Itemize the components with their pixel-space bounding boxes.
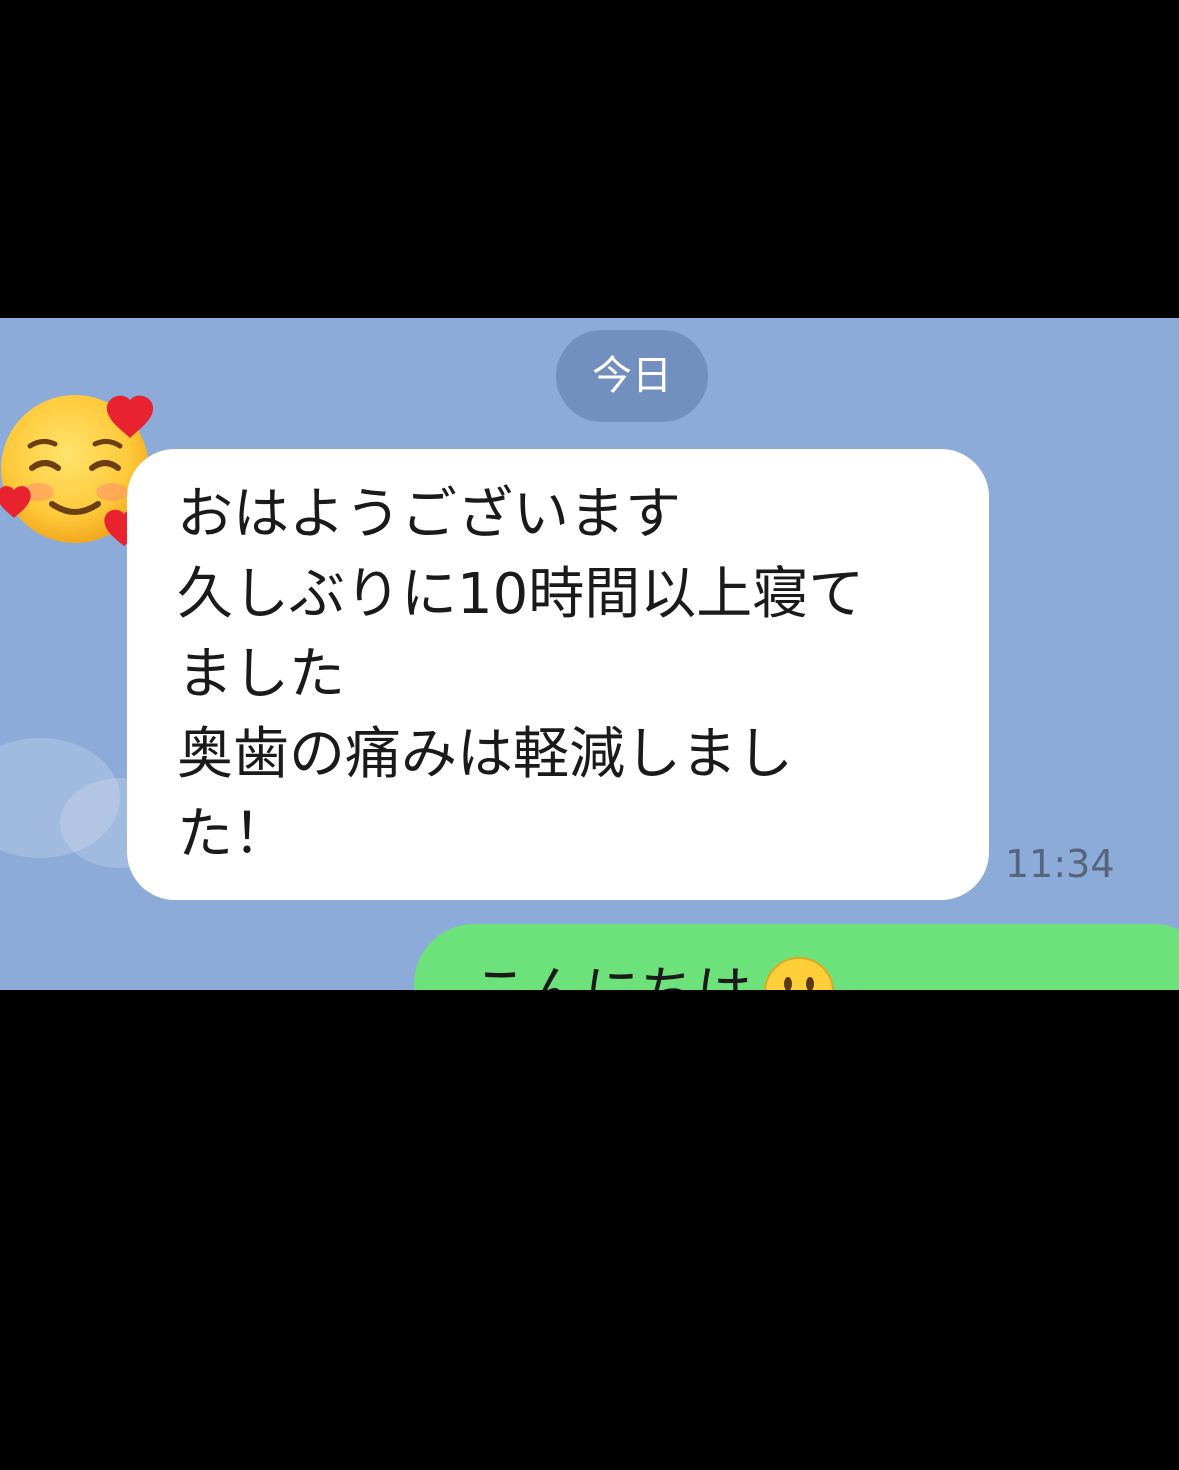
incoming-message-bubble[interactable]: おはようございます 久しぶりに10時間以上寝て ました 奥歯の痛みは軽減しまし … (127, 449, 989, 900)
slightly-smiling-face-icon (763, 956, 835, 990)
message-timestamp: 11:34 (1005, 842, 1115, 886)
outgoing-message-text: こんにちは (472, 948, 752, 990)
bottom-letterbox (0, 990, 1179, 1470)
chat-area[interactable]: 今日 おはようございます 久しぶりに10時間以上寝て ました 奥歯の痛みは軽減し… (0, 318, 1179, 990)
incoming-message-text: おはようございます 久しぶりに10時間以上寝て ました 奥歯の痛みは軽減しまし … (177, 482, 865, 867)
outgoing-message-bubble[interactable]: こんにちは (414, 924, 1179, 990)
date-separator: 今日 (556, 330, 708, 422)
top-letterbox (0, 0, 1179, 318)
